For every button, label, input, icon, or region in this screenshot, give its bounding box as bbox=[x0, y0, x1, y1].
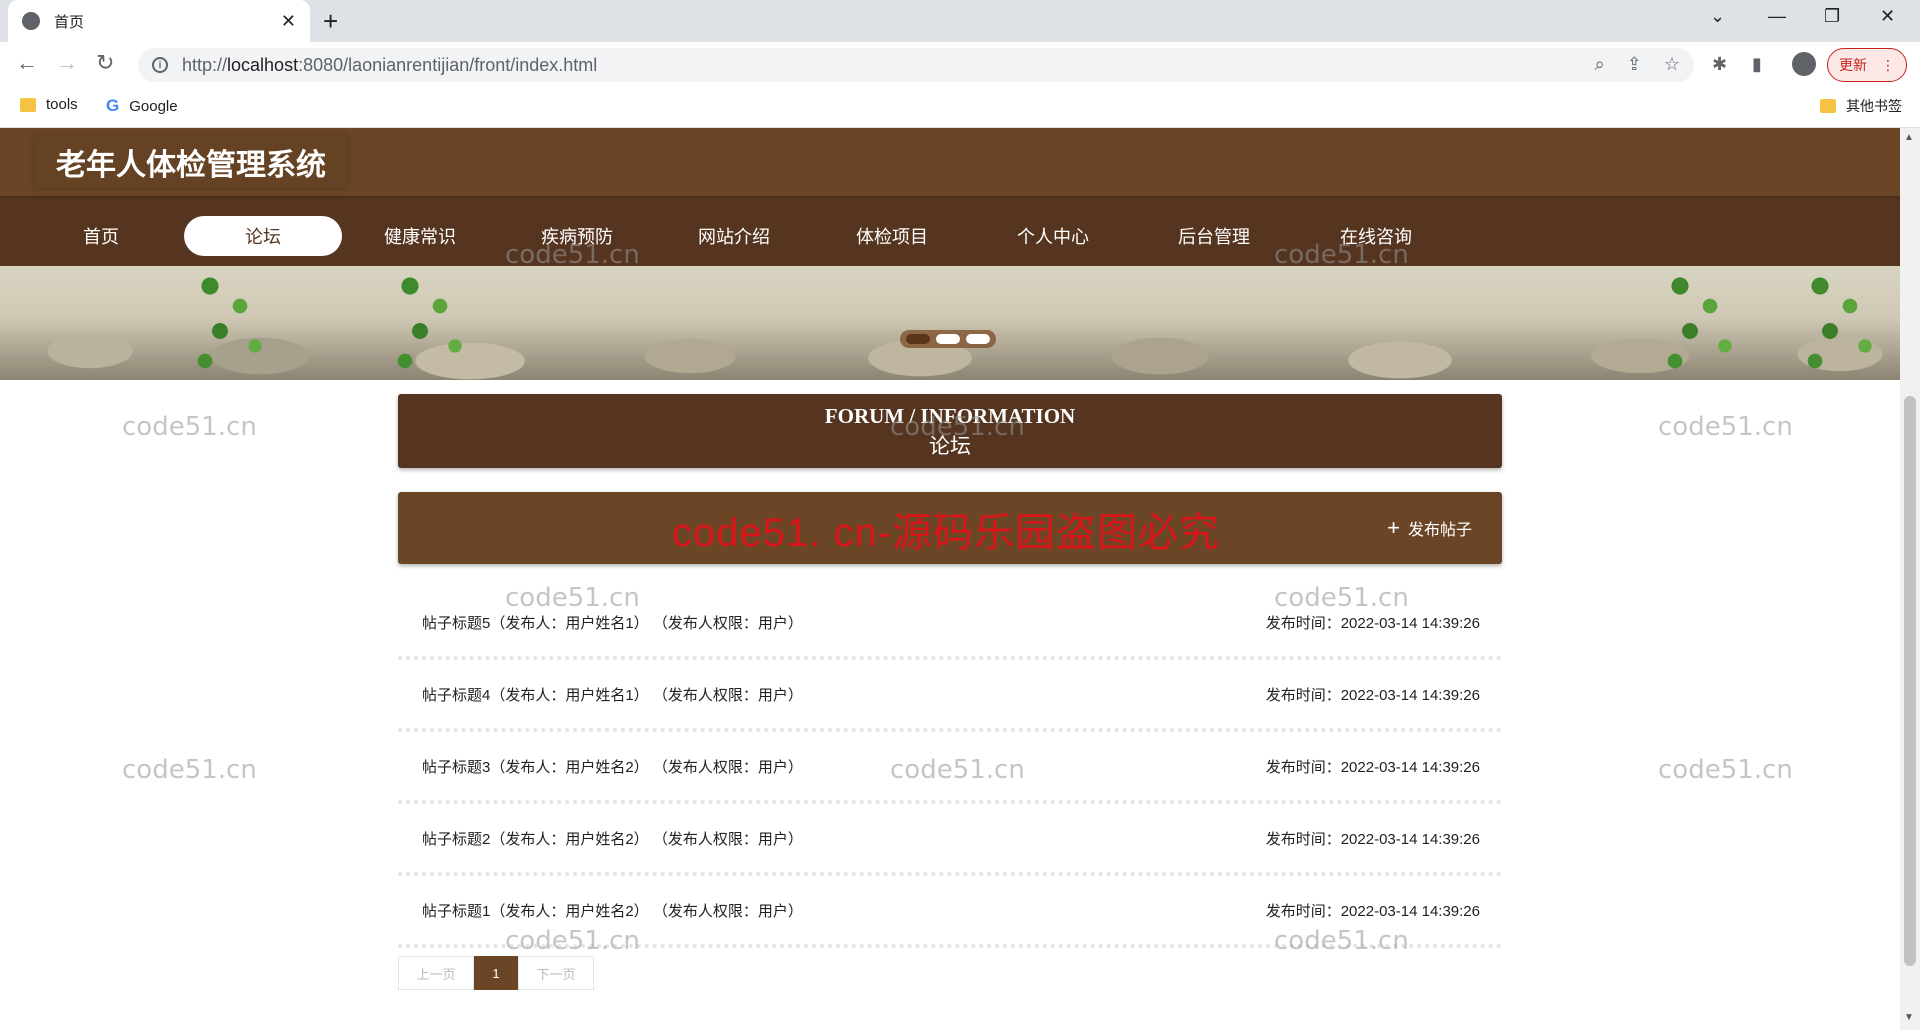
site-info-icon[interactable]: i bbox=[152, 57, 168, 73]
carousel-dot[interactable] bbox=[906, 334, 930, 344]
post-title[interactable]: 帖子标题1（发布人：用户姓名2） （发布人权限：用户） bbox=[422, 900, 803, 921]
url-path: :8080/laonianrentijian/front/index.html bbox=[298, 54, 598, 75]
post-time: 发布时间：2022-03-14 14:39:26 bbox=[1265, 687, 1480, 704]
bookmark-tools[interactable]: tools bbox=[20, 96, 78, 113]
update-button[interactable]: 更新 ⋮ bbox=[1827, 48, 1907, 82]
nav-admin[interactable]: 后台管理 bbox=[1135, 216, 1293, 256]
folder-icon bbox=[20, 97, 36, 112]
banner-carousel[interactable] bbox=[0, 266, 1900, 380]
nav-forum[interactable]: 论坛 bbox=[184, 216, 342, 256]
watermark-text: code51.cn bbox=[122, 412, 257, 442]
watermark-text: code51.cn bbox=[1658, 412, 1793, 442]
forum-post-row[interactable]: 帖子标题4（发布人：用户姓名1） （发布人权限：用户） 发布时间：2022-03… bbox=[398, 660, 1502, 732]
banner-leaves bbox=[1650, 266, 1760, 380]
prev-page-button[interactable]: 上一页 bbox=[398, 956, 474, 990]
watermark-text: code51.cn bbox=[505, 926, 640, 956]
banner-leaves bbox=[180, 266, 290, 380]
watermark-text: code51.cn bbox=[1274, 583, 1409, 613]
watermark-text: code51.cn bbox=[890, 412, 1025, 442]
bookmark-google[interactable]: G Google bbox=[106, 96, 178, 116]
watermark-text: code51.cn bbox=[122, 755, 257, 785]
zoom-icon[interactable]: ⌕ bbox=[1595, 54, 1605, 75]
bookmarks-bar: tools G Google 其他书签 bbox=[0, 88, 1920, 128]
watermark-text: code51.cn bbox=[1658, 755, 1793, 785]
banner-leaves bbox=[380, 266, 490, 380]
post-title[interactable]: 帖子标题4（发布人：用户姓名1） （发布人权限：用户） bbox=[422, 684, 803, 705]
tab-title: 首页 bbox=[54, 13, 85, 31]
carousel-indicators bbox=[900, 330, 996, 348]
reload-icon[interactable]: ↻ bbox=[96, 50, 114, 76]
update-label: 更新 bbox=[1839, 57, 1867, 73]
nav-checkup-items[interactable]: 体检项目 bbox=[813, 216, 971, 256]
forum-toolbar: code51. cn-源码乐园盗图必究 + 发布帖子 bbox=[398, 492, 1502, 564]
watermark-text: code51.cn bbox=[505, 583, 640, 613]
carousel-dot[interactable] bbox=[936, 334, 960, 344]
bookmark-star-icon[interactable]: ☆ bbox=[1664, 54, 1680, 75]
profile-avatar[interactable] bbox=[1792, 52, 1816, 76]
address-bar[interactable]: i http://localhost:8080/laonianrentijian… bbox=[138, 48, 1694, 82]
other-bookmarks-label: 其他书签 bbox=[1846, 98, 1902, 114]
carousel-dot[interactable] bbox=[966, 334, 990, 344]
bookmark-label: tools bbox=[46, 96, 78, 113]
plus-icon: + bbox=[1387, 515, 1400, 540]
post-time: 发布时间：2022-03-14 14:39:26 bbox=[1265, 615, 1480, 632]
url-scheme: http:// bbox=[182, 54, 228, 75]
browser-tab[interactable]: 首页 ✕ bbox=[8, 0, 310, 42]
post-time: 发布时间：2022-03-14 14:39:26 bbox=[1265, 759, 1480, 776]
post-time: 发布时间：2022-03-14 14:39:26 bbox=[1265, 903, 1480, 920]
banner-leaves bbox=[1790, 266, 1900, 380]
nav-site-intro[interactable]: 网站介绍 bbox=[655, 216, 813, 256]
post-title[interactable]: 帖子标题3（发布人：用户姓名2） （发布人权限：用户） bbox=[422, 756, 803, 777]
post-title[interactable]: 帖子标题5（发布人：用户姓名1） （发布人权限：用户） bbox=[422, 612, 803, 633]
new-post-button[interactable]: + 发布帖子 bbox=[1387, 516, 1472, 540]
back-icon[interactable]: ← bbox=[16, 50, 38, 76]
tab-search-icon[interactable]: ⌄ bbox=[1710, 6, 1725, 27]
minimize-icon[interactable]: — bbox=[1768, 6, 1786, 27]
watermark-text: code51.cn bbox=[890, 755, 1025, 785]
close-tab-icon[interactable]: ✕ bbox=[281, 11, 296, 32]
scroll-down-icon[interactable]: ▼ bbox=[1904, 1012, 1914, 1023]
other-bookmarks[interactable]: 其他书签 bbox=[1820, 96, 1902, 116]
globe-icon bbox=[22, 12, 40, 30]
url-text[interactable]: http://localhost:8080/laonianrentijian/f… bbox=[182, 55, 597, 76]
pagination: 上一页 1 下一页 bbox=[398, 956, 594, 990]
scroll-up-icon[interactable]: ▲ bbox=[1904, 132, 1914, 143]
main-nav: 首页 论坛 健康常识 疾病预防 网站介绍 体检项目 个人中心 后台管理 在线咨询 bbox=[0, 196, 1900, 266]
page-viewport: 老年人体检管理系统 首页 论坛 健康常识 疾病预防 网站介绍 体检项目 个人中心… bbox=[0, 128, 1900, 1030]
menu-kebab-icon[interactable]: ⋮ bbox=[1881, 57, 1895, 74]
scroll-thumb[interactable] bbox=[1904, 396, 1916, 966]
window-close-icon[interactable]: ✕ bbox=[1880, 6, 1895, 27]
restore-icon[interactable]: ❐ bbox=[1824, 6, 1840, 27]
watermark-text: code51.cn bbox=[1274, 240, 1409, 270]
current-page-button[interactable]: 1 bbox=[474, 956, 518, 990]
next-page-button[interactable]: 下一页 bbox=[518, 956, 594, 990]
site-header: 老年人体检管理系统 bbox=[0, 128, 1900, 196]
folder-icon bbox=[1820, 99, 1836, 113]
google-icon: G bbox=[106, 96, 120, 115]
post-time: 发布时间：2022-03-14 14:39:26 bbox=[1265, 831, 1480, 848]
post-title[interactable]: 帖子标题2（发布人：用户姓名2） （发布人权限：用户） bbox=[422, 828, 803, 849]
browser-tab-strip: 首页 ✕ + ⌄ — ❐ ✕ bbox=[0, 0, 1920, 42]
browser-toolbar: ← → ↻ i http://localhost:8080/laonianren… bbox=[0, 42, 1920, 88]
nav-home[interactable]: 首页 bbox=[22, 216, 180, 256]
nav-health-knowledge[interactable]: 健康常识 bbox=[341, 216, 499, 256]
new-tab-icon[interactable]: + bbox=[323, 6, 338, 37]
site-title: 老年人体检管理系统 bbox=[34, 136, 348, 188]
watermark-text: code51.cn bbox=[1274, 926, 1409, 956]
red-watermark: code51. cn-源码乐园盗图必究 bbox=[672, 511, 1221, 555]
nav-personal-center[interactable]: 个人中心 bbox=[974, 216, 1132, 256]
watermark-text: code51.cn bbox=[505, 240, 640, 270]
page-scrollbar[interactable]: ▲ ▼ bbox=[1900, 128, 1920, 1030]
side-panel-icon[interactable]: ▮ bbox=[1752, 54, 1762, 75]
bookmark-label: Google bbox=[129, 97, 178, 115]
forward-icon[interactable]: → bbox=[56, 50, 78, 76]
forum-post-row[interactable]: 帖子标题2（发布人：用户姓名2） （发布人权限：用户） 发布时间：2022-03… bbox=[398, 804, 1502, 876]
extensions-icon[interactable]: ✱ bbox=[1712, 54, 1727, 75]
share-icon[interactable]: ⇪ bbox=[1627, 54, 1642, 75]
new-post-label: 发布帖子 bbox=[1407, 522, 1472, 539]
url-host: localhost bbox=[227, 54, 299, 75]
